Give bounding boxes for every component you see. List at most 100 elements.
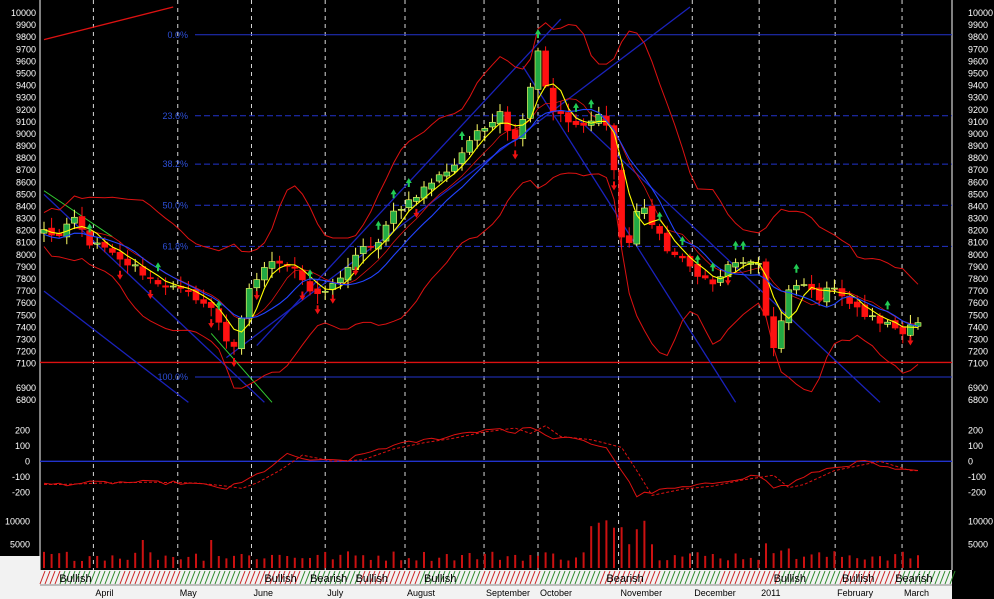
candle-body [397,208,405,211]
volume-bar [810,554,813,568]
month-label: June [253,588,273,598]
candle-body [185,290,192,292]
volume-bar [50,553,53,568]
price-tick-label: 9400 [16,81,36,91]
candle-body [481,128,489,132]
volume-bar [58,553,61,568]
candle-body [223,321,230,342]
volume-bar [833,551,836,568]
volume-bar [605,520,608,568]
price-tick-label: 8100 [16,238,36,248]
fib-level-label: 100.0% [157,372,188,382]
price-tick-label: 9800 [16,32,36,42]
volume-bar [278,554,281,568]
volume-bar [825,556,828,568]
volume-bar [514,554,517,568]
price-tick-label: 6900 [16,383,36,393]
volume-bar [233,555,235,568]
candle-body [656,226,663,234]
candle-body [367,246,375,248]
volume-bar [620,527,623,568]
volume-bar [727,560,729,568]
candle-body [124,258,131,266]
price-tick-label: 8500 [968,189,988,199]
volume-bar [88,556,91,568]
price-tick-label: 8400 [968,201,988,211]
candle-body [511,129,519,140]
stock-chart: 0.0% 23.6% 38.2% 50.0% 61.8% 100.0% Bullish Bu… [0,0,994,599]
month-label: August [407,588,436,598]
candle-body [557,111,565,114]
volume-bar [689,553,691,568]
oscillator-tick-label: 0 [968,456,973,466]
oscillator-tick-label: 200 [15,425,30,435]
volume-bar [141,540,144,568]
candle-body [793,285,800,291]
month-label: October [540,588,572,598]
candle-body [800,284,808,286]
volume-bar [886,560,889,568]
volume-bar [704,555,707,568]
candle-body [679,255,686,259]
volume-bar [742,559,745,568]
volume-bar [423,551,425,568]
volume-bar [354,555,357,568]
candle-body [245,288,253,319]
price-tick-label: 7200 [16,347,36,357]
candle-body [549,87,557,113]
chart-background [0,0,994,599]
price-tick-label: 8200 [968,226,988,236]
volume-bar [339,554,342,568]
month-label: November [621,588,663,598]
price-tick-label: 8900 [968,141,988,151]
volume-bar [917,555,919,568]
volume-bar [635,529,638,568]
price-tick-label: 6800 [16,395,36,405]
oscillator-tick-label: 100 [15,441,30,451]
candle-body [154,280,162,285]
candle-body [291,266,299,269]
candle-body [473,130,481,141]
volume-bar [894,554,897,568]
volume-bar [719,558,722,568]
price-tick-label: 8800 [968,153,988,163]
candle-body [443,171,451,177]
volume-bar [666,560,669,568]
volume-bar [590,526,593,568]
candle-body [238,317,245,350]
price-tick-label: 9800 [968,32,988,42]
candle-body [169,285,177,288]
volume-bar [658,560,661,568]
volume-bar [438,557,441,568]
volume-bar [681,556,684,568]
regime-label: Bullish [356,573,388,585]
candle-body [93,242,101,245]
price-tick-label: 9500 [16,68,36,78]
volume-bar [179,559,182,568]
volume-bar [134,552,137,568]
price-tick-label: 9200 [16,105,36,115]
price-tick-label: 8400 [16,201,36,211]
price-tick-label: 7400 [968,322,988,332]
price-tick-label: 9400 [968,81,988,91]
candle-body [413,197,420,202]
volume-bar [529,554,532,568]
volume-bar [195,553,197,568]
price-tick-label: 9100 [968,117,988,127]
price-tick-label: 8500 [16,189,36,199]
price-tick-label: 8200 [16,226,36,236]
price-tick-label: 8900 [16,141,36,151]
candle-body [466,140,473,153]
price-tick-label: 7700 [968,286,988,296]
month-label: March [904,588,929,598]
volume-bar [324,551,327,568]
volume-bar [795,558,798,568]
price-tick-label: 6800 [968,395,988,405]
volume-bar [521,560,524,568]
candle-body [633,211,641,245]
volume-bar [369,559,372,568]
price-tick-label: 10000 [968,8,993,18]
candle-body [907,324,914,336]
candle-body [739,262,747,264]
price-tick-label: 9700 [16,44,36,54]
